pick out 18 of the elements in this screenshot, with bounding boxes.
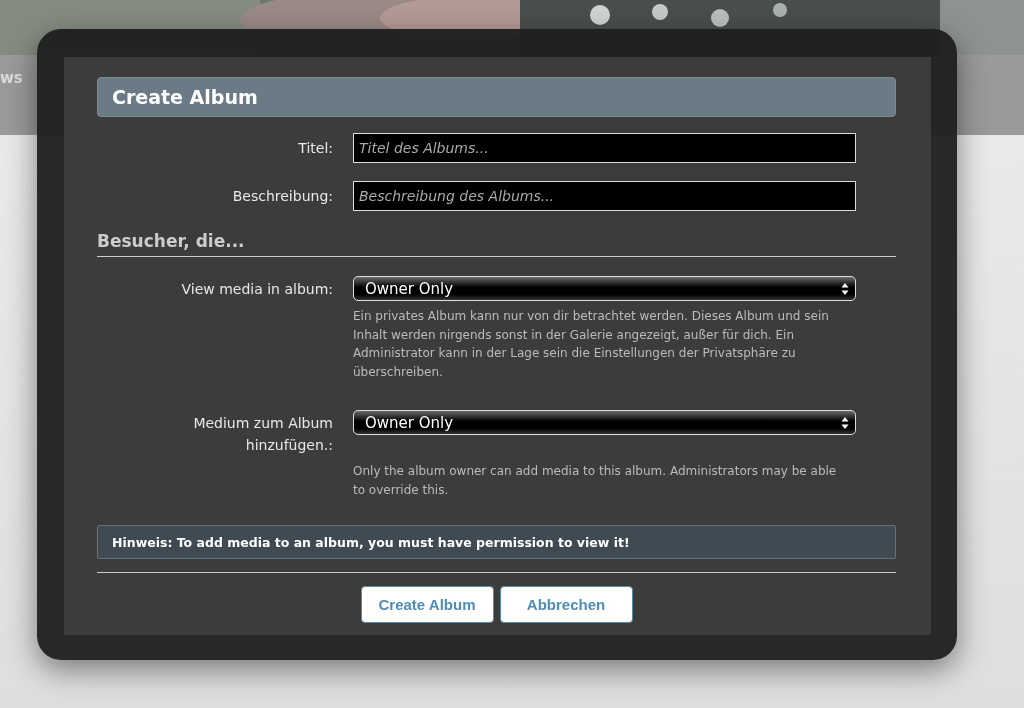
notice-text: Hinweis: To add media to an album, you must have permission to view it! (97, 525, 896, 559)
section-heading: Besucher, die... (97, 231, 896, 257)
dialog-button[interactable]: Create Album (360, 586, 494, 623)
field-label: Beschreibung: (231, 188, 333, 204)
field-label: View media in album: (181, 280, 333, 299)
help-text: Only the album owner can add media to this album. Administrators may be able to override this. (353, 463, 838, 499)
updown-icon (841, 415, 849, 430)
input-field[interactable]: Titel des Albums... (353, 133, 856, 163)
dialog-title: Create Album (97, 77, 896, 117)
input-field[interactable]: Beschreibung des Albums... (353, 181, 856, 211)
dropdown[interactable]: Owner Only (353, 410, 856, 435)
help-text: Ein privates Album kann nur von dir betrachtet werden. Dieses Album und sein Inhalt werden nirgends sonst in der Galerie angezeigt, außer für dich. Ein Administrator kann in der Lage sein die Einstellungen der Privatsphäre zu überschreiben. (353, 308, 830, 381)
nav-link[interactable]: ws (0, 69, 23, 87)
dialog-button[interactable]: Abbrechen (499, 586, 633, 623)
field-label: Medium zum Album hinzufügen.: (192, 414, 333, 455)
updown-icon (841, 281, 849, 296)
field-label: Titel: (297, 140, 333, 156)
dropdown[interactable]: Owner Only (353, 276, 856, 301)
